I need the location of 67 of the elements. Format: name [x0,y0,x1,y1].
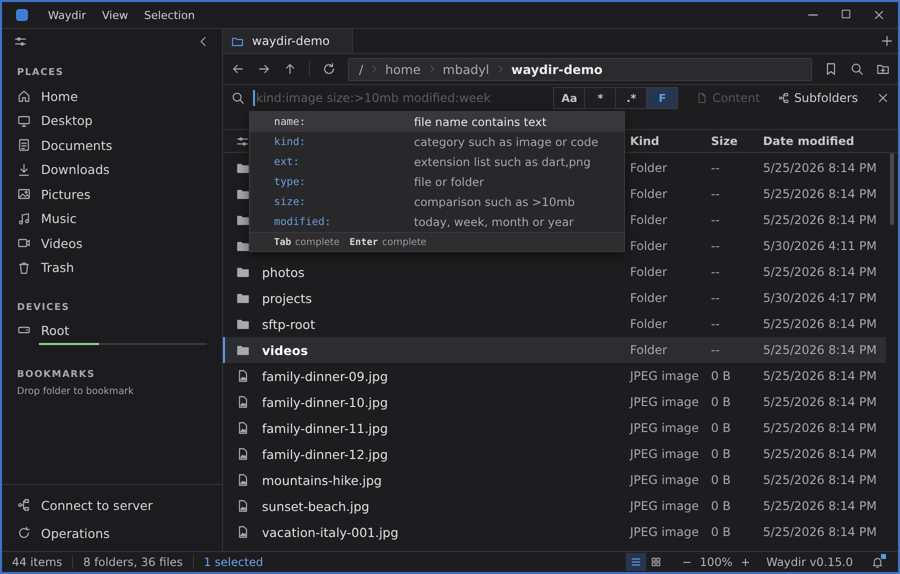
size-cell-text: -- [711,213,721,227]
kind-cell-text: JPEG image [630,447,700,461]
kind-cell-text: Folder [630,291,668,305]
kind-cell-text: Folder [630,187,668,201]
section-title: DEVICES [16,301,71,315]
size-cell-text: 0 B [711,369,732,383]
kind-cell-text: JPEG image [630,473,700,487]
kind-cell-text: Folder [630,265,668,279]
zoom-level: 100% [700,555,733,569]
key-hint: Tab complete [274,236,340,248]
version-label: Waydir v0.15.0 [766,555,853,569]
file-name: photos [261,264,306,280]
date-cell-text: 5/25/2026 8:14 PM [763,343,878,357]
size-cell-text: 0 B [711,395,732,409]
folder-file-summary: 8 folders, 36 files [73,555,194,569]
date-cell-text: 5/25/2026 8:14 PM [763,213,878,227]
date-cell-text: 5/30/2026 4:17 PM [763,291,878,305]
file-name: sunset-beach.jpg [261,498,370,514]
file-name: family-dinner-11.jpg [261,420,389,436]
file-name: mountains-hike.jpg [261,472,383,488]
date-cell-text: 5/25/2026 8:14 PM [763,369,878,383]
file-name: sftp-root [261,316,316,332]
kind-cell-text: JPEG image [630,525,700,539]
kind-cell-text: JPEG image [630,421,700,435]
kind-cell-text: JPEG image [630,369,700,383]
date-cell-text: 5/25/2026 8:14 PM [763,395,878,409]
kind-cell-text: Folder [630,317,668,331]
date-cell-text: 5/25/2026 8:14 PM [763,421,878,435]
date-cell-text: 5/25/2026 8:14 PM [763,161,878,175]
size-cell-text: -- [711,291,721,305]
size-cell-text: 0 B [711,525,732,539]
date-cell-text: 5/25/2026 8:14 PM [763,499,878,513]
date-cell-text: 5/30/2026 4:11 PM [763,239,878,253]
section-title: PLACES [16,66,65,80]
file-name: family-dinner-09.jpg [261,368,389,384]
kind-cell-text: Folder [630,161,668,175]
date-cell-text: 5/25/2026 8:14 PM [763,187,878,201]
item-count: 44 items [12,555,74,569]
size-cell-text: -- [711,343,721,357]
date-cell-text: 5/25/2026 8:14 PM [763,525,878,539]
size-cell-text: -- [711,187,721,201]
size-cell-text: -- [711,265,721,279]
kind-cell-text: Folder [630,213,668,227]
kind-cell-text: JPEG image [630,499,700,513]
section-title: BOOKMARKS [16,368,96,382]
kind-cell-text: Folder [630,343,668,357]
file-name: projects [261,290,313,306]
size-cell-text: -- [711,161,721,175]
size-cell-text: -- [711,239,721,253]
file-name: vacation-italy-001.jpg [261,524,400,540]
size-cell-text: -- [711,317,721,331]
date-cell-text: 5/25/2026 8:14 PM [763,317,878,331]
date-cell-text: 5/25/2026 8:14 PM [763,265,878,279]
bookmark-hint: Drop folder to bookmark [16,386,135,397]
kind-cell-text: JPEG image [630,395,700,409]
file-name: family-dinner-12.jpg [261,446,389,462]
selection-count: 1 selected [202,555,264,569]
date-cell-text: 5/25/2026 8:14 PM [763,447,878,461]
size-cell-text: 0 B [711,421,732,435]
kind-cell-text: Folder [630,239,668,253]
key-hint: Enter complete [350,236,427,248]
date-cell-text: 5/25/2026 8:14 PM [763,473,878,487]
size-cell-text: 0 B [711,499,732,513]
size-cell-text: 0 B [711,473,732,487]
file-name: family-dinner-10.jpg [261,394,389,410]
size-cell-text: 0 B [711,447,732,461]
file-name: videos [261,342,309,358]
